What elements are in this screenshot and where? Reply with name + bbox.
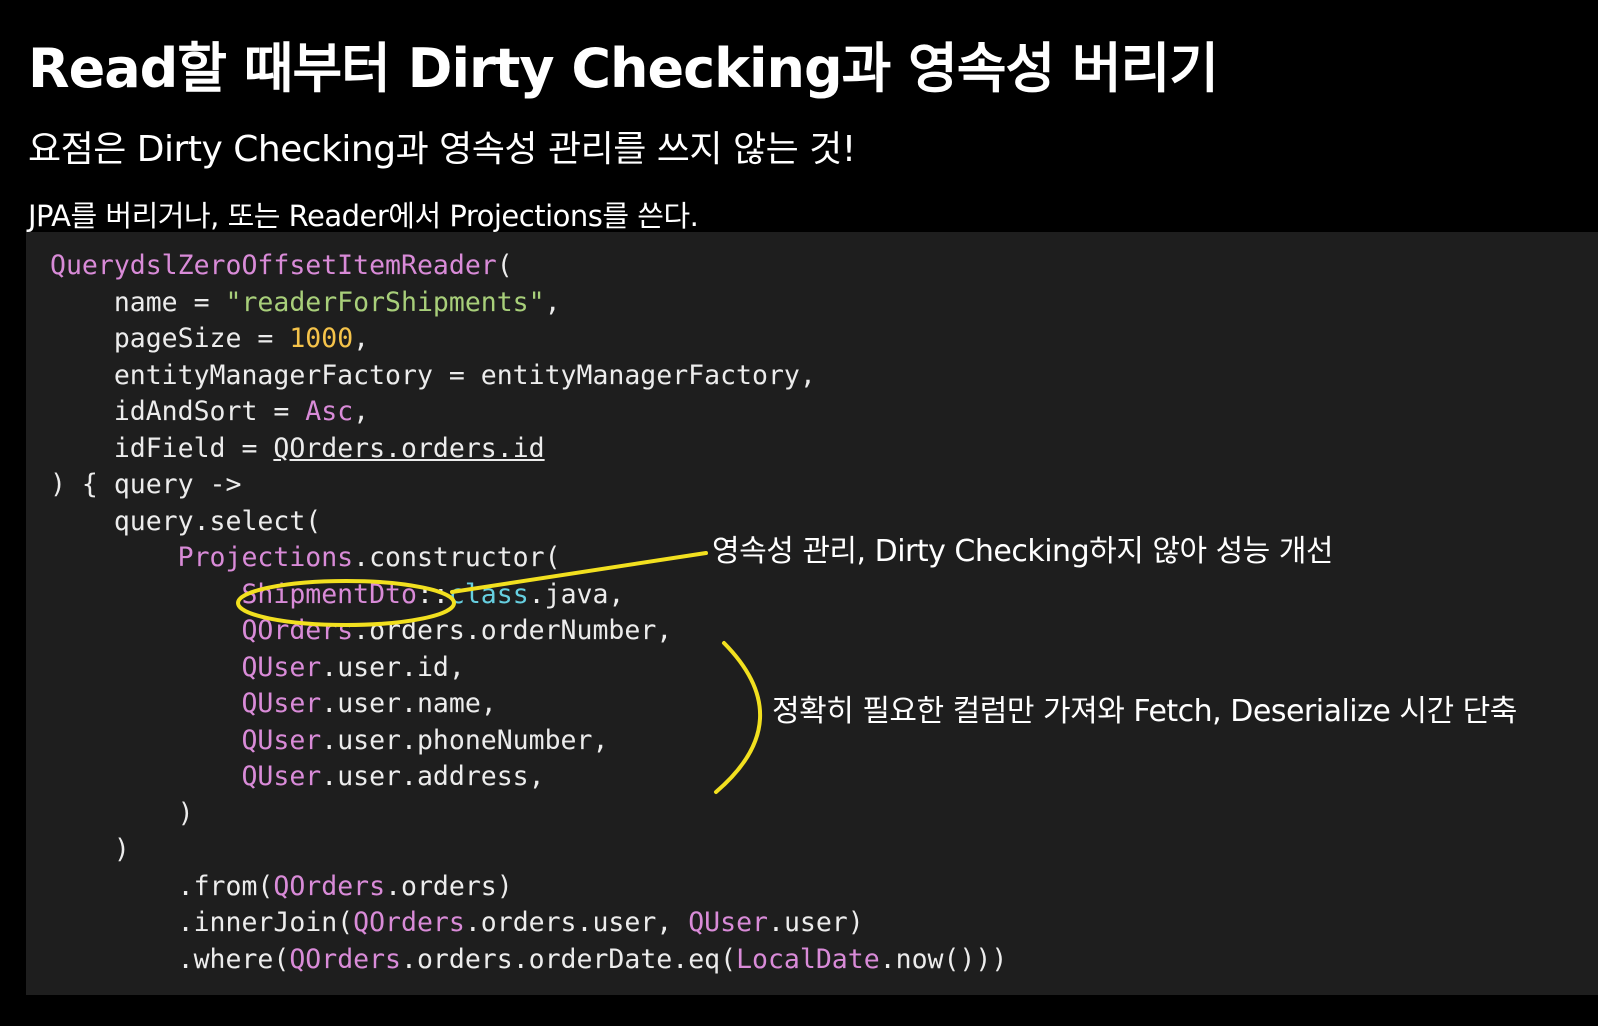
token: .now())) [879, 943, 1008, 975]
code-line-16: ) [50, 797, 194, 829]
code-line-11: QOrders.orders.orderNumber, [50, 615, 672, 646]
token-keyword: ShipmentDto [241, 578, 417, 610]
code-line-1: QuerydslZeroOffsetItemReader( [50, 250, 513, 281]
code-line-13: QUser.user.name, [50, 688, 497, 719]
token-keyword: QUser [241, 688, 322, 719]
code-block: QuerydslZeroOffsetItemReader( name = "re… [50, 248, 1007, 978]
token: .user.phoneNumber, [321, 724, 609, 756]
token: , [353, 396, 370, 427]
token-keyword: QOrders [241, 615, 354, 646]
token: idField = [50, 432, 274, 464]
token: .user.address, [321, 761, 545, 792]
code-line-6: idField = QOrders.orders.id [50, 433, 545, 464]
token-keyword: Projections [177, 542, 354, 573]
token: .constructor( [353, 542, 561, 573]
token: , [544, 286, 561, 318]
token-keyword: QUser [241, 724, 322, 756]
token-keyword: LocalDate [736, 943, 880, 975]
code-line-5: idAndSort = Asc, [50, 396, 369, 427]
token-keyword: QUser [688, 907, 768, 938]
code-line-14: QUser.user.phoneNumber, [50, 725, 608, 756]
slide-title: Read할 때부터 Dirty Checking과 영속성 버리기 [28, 37, 1219, 100]
token-keyword: QUser [241, 761, 322, 792]
token-number: 1000 [289, 323, 354, 354]
token: .user.id, [321, 651, 465, 683]
token: ( [496, 250, 513, 281]
token-keyword: QOrders [353, 907, 465, 938]
token: idAndSort = [50, 396, 306, 427]
code-line-7: ) { query -> [50, 469, 242, 500]
slide-note: JPA를 버리거나, 또는 Reader에서 Projections를 쓴다. [28, 199, 699, 233]
token: .orders) [385, 870, 513, 902]
token: .user.name, [321, 688, 497, 719]
code-line-8: query.select( [50, 505, 322, 537]
token: .innerJoin( [50, 907, 354, 938]
code-line-4: entityManagerFactory = entityManagerFact… [50, 359, 816, 391]
code-line-17: ) [50, 834, 130, 865]
token: , [353, 323, 370, 354]
token: :: [416, 578, 449, 610]
code-line-10: ShipmentDto::class.java, [50, 579, 624, 610]
code-line-9: Projections.constructor( [50, 542, 561, 573]
code-line-18: .from(QOrders.orders) [50, 871, 513, 902]
annotation-persistence: 영속성 관리, Dirty Checking하지 않아 성능 개선 [712, 534, 1334, 569]
code-line-19: .innerJoin(QOrders.orders.user, QUser.us… [50, 907, 864, 938]
token-keyword: QOrders [289, 943, 402, 975]
token-underlined: QOrders.orders.id [273, 432, 545, 464]
token: .from( [50, 870, 274, 902]
token-class-keyword: class [448, 578, 529, 610]
code-line-20: .where(QOrders.orders.orderDate.eq(Local… [50, 943, 1008, 975]
token-keyword: Asc [305, 396, 354, 427]
slide-subtitle: 요점은 Dirty Checking과 영속성 관리를 쓰지 않는 것! [28, 129, 856, 170]
token: .user) [767, 907, 864, 938]
code-line-15: QUser.user.address, [50, 761, 545, 792]
token: .orders.orderDate.eq( [401, 943, 737, 975]
token-function: QuerydslZeroOffsetItemReader [50, 250, 497, 281]
token: .where( [50, 943, 290, 975]
code-line-12: QUser.user.id, [50, 651, 465, 683]
token-string: "readerForShipments" [225, 286, 545, 318]
token-keyword: QUser [241, 651, 322, 683]
token: .orders.orderNumber, [353, 615, 673, 646]
token: pageSize = [50, 323, 290, 354]
token: name = [50, 286, 226, 318]
token: .orders.user, [464, 907, 689, 938]
annotation-columns: 정확히 필요한 컬럼만 가져와 Fetch, Deserialize 시간 단축 [772, 694, 1517, 729]
code-line-3: pageSize = 1000, [50, 323, 369, 354]
token-keyword: QOrders [273, 870, 386, 902]
token: .java, [528, 578, 625, 610]
code-line-2: name = "readerForShipments", [50, 287, 561, 318]
